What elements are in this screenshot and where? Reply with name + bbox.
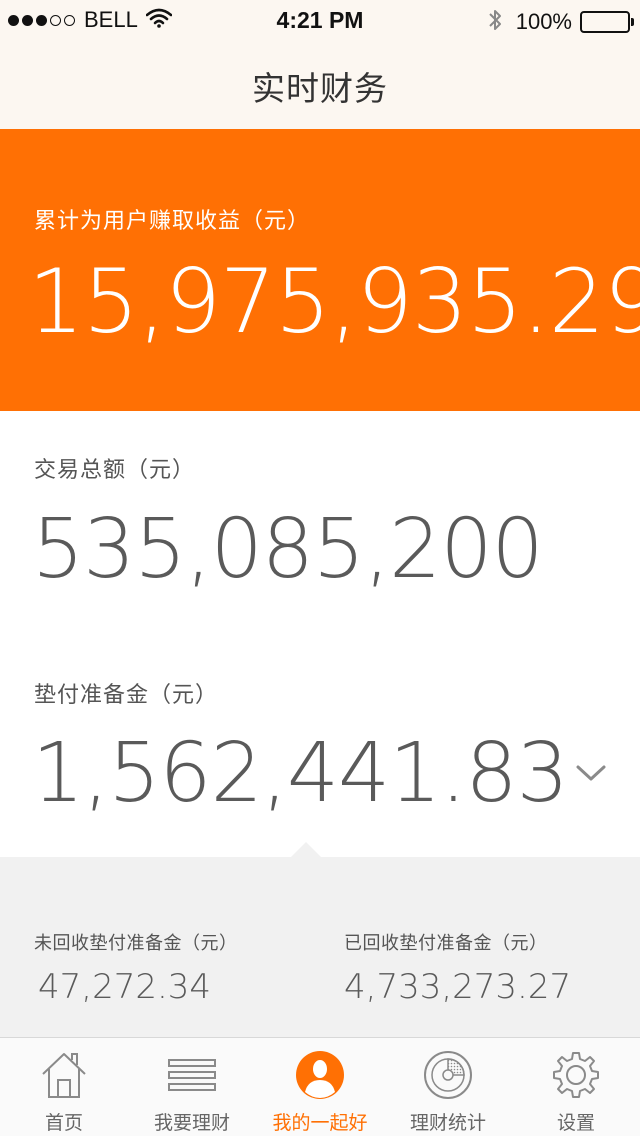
- tab-label: 理财统计: [409, 1112, 486, 1134]
- reserve-fund-value[interactable]: 1,562,441.83: [32, 724, 569, 824]
- navigation-bar: 实时财务: [0, 40, 640, 129]
- recovered-reserve-label: 已回收垫付准备金（元）: [344, 933, 548, 954]
- home-icon: [39, 1050, 89, 1100]
- tab-statistics[interactable]: 理财统计: [384, 1038, 512, 1136]
- page-title: 实时财务: [252, 69, 388, 108]
- tab-label: 我要理财: [153, 1112, 230, 1134]
- tab-label: 我的一起好: [272, 1112, 368, 1134]
- unrecovered-reserve-label: 未回收垫付准备金（元）: [34, 933, 238, 954]
- battery-icon: [580, 11, 634, 33]
- tab-invest[interactable]: 我要理财: [128, 1038, 256, 1136]
- detail-pointer: [290, 842, 322, 858]
- status-bar: BELL 4:21 PM 100%: [0, 0, 640, 40]
- chevron-down-icon[interactable]: [574, 762, 608, 784]
- tab-home[interactable]: 首页: [0, 1038, 128, 1136]
- pie-chart-icon: [423, 1050, 473, 1100]
- status-right: 100%: [488, 7, 634, 37]
- tab-settings[interactable]: 设置: [512, 1038, 640, 1136]
- profit-panel: 累计为用户赚取收益（元） 15,975,935.29: [0, 129, 640, 411]
- tab-my-account[interactable]: 我的一起好: [256, 1038, 384, 1136]
- tab-bar: 首页 我要理财 我的一起好 理财统计 设置: [0, 1037, 640, 1136]
- reserve-fund-label: 垫付准备金（元）: [34, 683, 219, 708]
- profit-value: 15,975,935.29: [28, 250, 640, 353]
- gear-icon: [551, 1050, 601, 1100]
- total-transactions-value: 535,085,200: [32, 502, 544, 597]
- list-icon: [167, 1050, 217, 1100]
- battery-percentage: 100%: [515, 9, 572, 34]
- bluetooth-icon: [488, 7, 502, 37]
- unrecovered-reserve-value: 47,272.34: [38, 967, 212, 1007]
- total-transactions-label: 交易总额（元）: [34, 458, 196, 483]
- user-icon: [295, 1050, 345, 1100]
- recovered-reserve-value: 4,733,273.27: [344, 967, 572, 1007]
- tab-label: 设置: [556, 1112, 595, 1134]
- tab-label: 首页: [44, 1112, 83, 1134]
- profit-label: 累计为用户赚取收益（元）: [34, 209, 311, 234]
- reserve-detail-panel: 未回收垫付准备金（元） 47,272.34 已回收垫付准备金（元） 4,733,…: [0, 857, 640, 1037]
